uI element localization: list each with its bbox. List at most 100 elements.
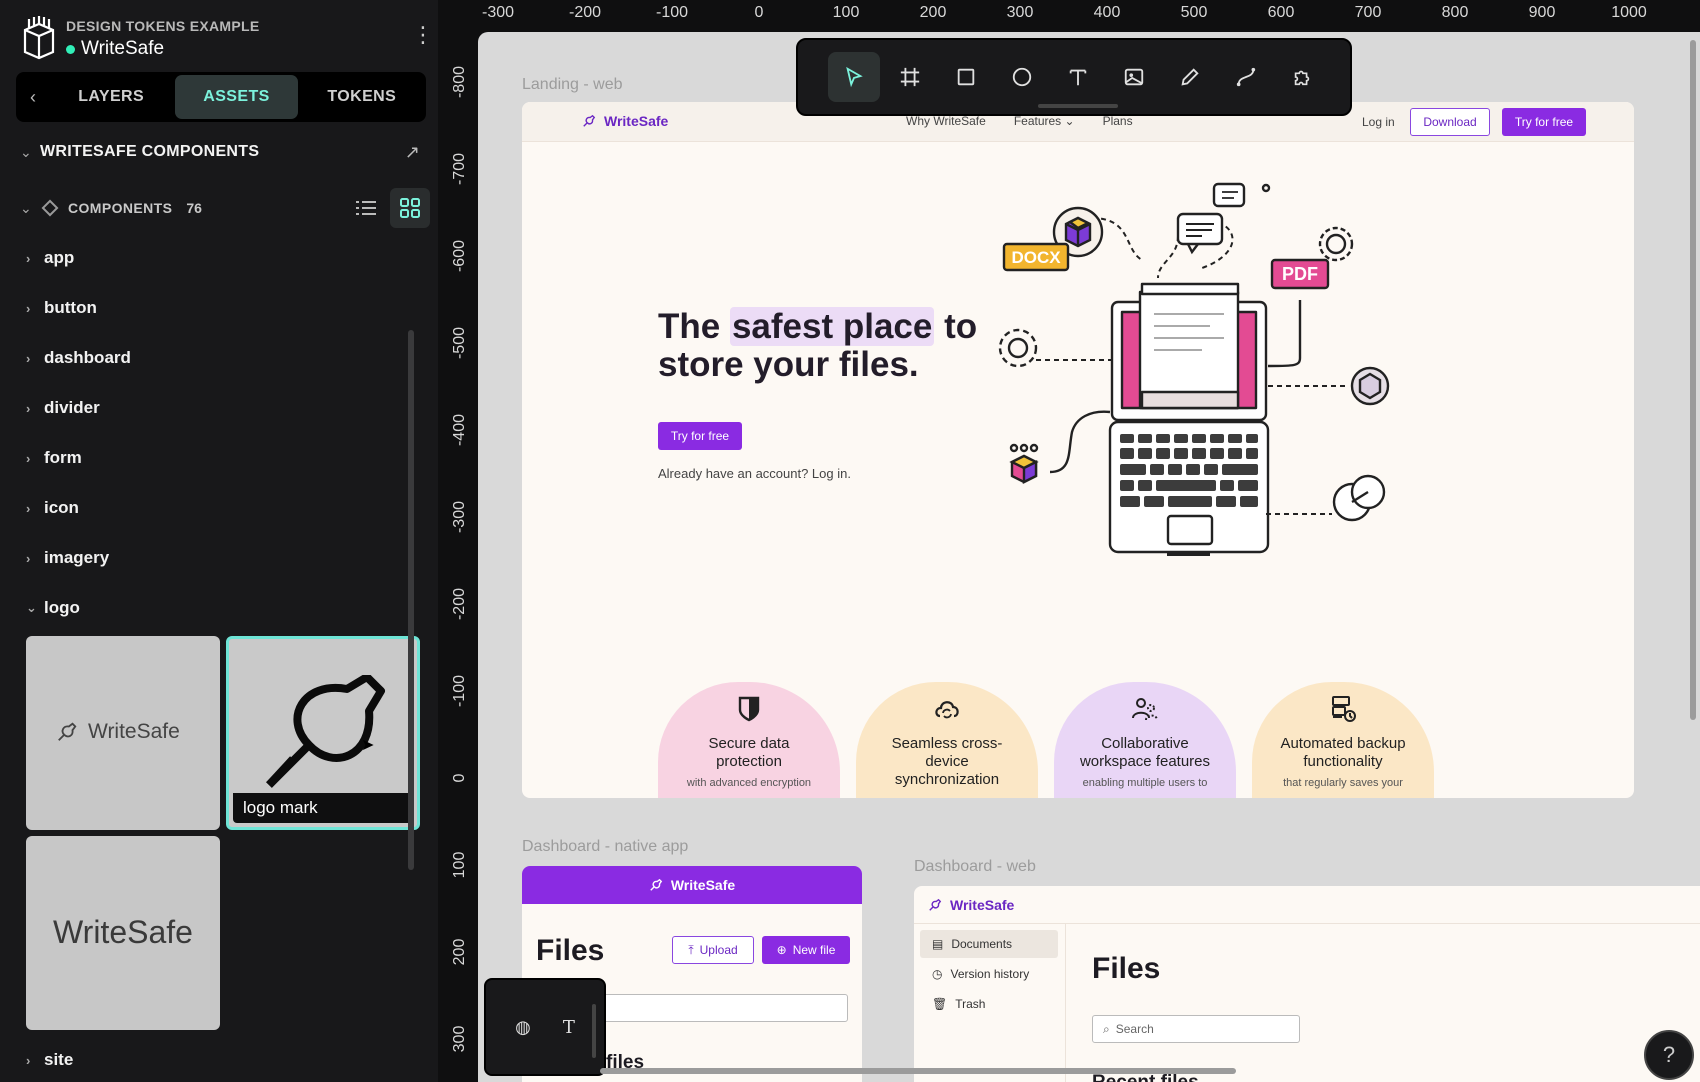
chevron-right-icon: › <box>26 350 31 366</box>
plus-circle-icon: ⊕ <box>776 943 787 957</box>
components-header[interactable]: ⌄ COMPONENTS 76 <box>20 188 430 228</box>
group-label: site <box>44 1050 74 1069</box>
grid-icon <box>400 198 420 218</box>
group-label: logo <box>44 598 80 617</box>
pencil-tool[interactable] <box>1164 52 1216 102</box>
frame-tool[interactable] <box>884 52 936 102</box>
group-site[interactable]: › site <box>26 1045 73 1075</box>
web-nav-documents[interactable]: ▤ Documents <box>920 930 1058 958</box>
plugins-tool[interactable] <box>1276 52 1328 102</box>
ruler-tick: 100 <box>832 4 860 21</box>
nav-link-features[interactable]: Features ⌄ <box>1014 114 1075 128</box>
server-backup-icon <box>1332 696 1356 722</box>
tool-palette <box>796 38 1352 116</box>
project-name-label: WriteSafe <box>81 38 165 59</box>
project-name[interactable]: WriteSafe <box>66 38 164 60</box>
back-chevron-icon[interactable]: ‹ <box>16 87 50 108</box>
group-form[interactable]: › form <box>26 443 82 473</box>
brand-label: WriteSafe <box>604 113 669 129</box>
nav-label: Version history <box>950 967 1030 981</box>
text-style-icon[interactable]: T <box>563 1017 575 1038</box>
open-library-icon[interactable]: ↗ <box>405 142 420 163</box>
ellipse-icon <box>1012 67 1032 87</box>
assets-sidebar: DESIGN TOKENS EXAMPLE WriteSafe ⋮ ‹ LAYE… <box>0 0 438 1082</box>
nav-link[interactable]: Plans <box>1103 114 1133 128</box>
sidebar-scrollbar[interactable] <box>408 330 414 870</box>
grid-view-button[interactable] <box>390 188 430 228</box>
path-tool[interactable] <box>1220 52 1272 102</box>
toolbar-drag-handle[interactable] <box>1038 104 1118 108</box>
group-imagery[interactable]: › imagery <box>26 543 109 573</box>
dashboard-web-frame[interactable]: WriteSafe ▤ Documents ◷ Version history 🗑 T… <box>914 886 1700 1082</box>
components-label: COMPONENTS <box>68 200 173 216</box>
hero-title: The safest place to store your files. <box>658 307 1018 384</box>
search-icon: ⌕ <box>1103 1021 1110 1036</box>
ruler-tick: 0 <box>754 4 764 21</box>
text-icon <box>1069 69 1087 86</box>
group-label: divider <box>44 398 100 417</box>
frame-label-dash-web[interactable]: Dashboard - web <box>914 858 1036 876</box>
document-icon: ▤ <box>932 937 944 951</box>
tab-assets[interactable]: ASSETS <box>175 75 298 119</box>
hero-try-button[interactable]: Try for free <box>658 422 742 450</box>
status-dot-icon <box>66 44 75 54</box>
pen-nib-icon <box>58 722 77 741</box>
ruler-tick: -300 <box>481 4 515 21</box>
view-toggle <box>346 188 430 228</box>
group-divider[interactable]: › divider <box>26 393 100 423</box>
frame-label-dash-native[interactable]: Dashboard - native app <box>522 838 688 856</box>
drop-icon[interactable]: ◍ <box>515 1017 531 1038</box>
download-button[interactable]: Download <box>1410 108 1490 136</box>
frame-label-landing[interactable]: Landing - web <box>522 76 623 94</box>
canvas-horizontal-scrollbar[interactable] <box>600 1068 1236 1074</box>
ellipse-tool[interactable] <box>996 52 1048 102</box>
nav-link[interactable]: Why WriteSafe <box>906 114 986 128</box>
canvas-vertical-scrollbar[interactable] <box>1690 40 1696 720</box>
ruler-tick: 0 <box>451 773 468 783</box>
web-nav-version-history[interactable]: ◷ Version history <box>920 960 1058 988</box>
group-icon[interactable]: › icon <box>26 493 79 523</box>
ruler-tick: -700 <box>451 152 468 186</box>
web-sidebar: ▤ Documents ◷ Version history 🗑 Trash <box>914 924 1066 1082</box>
feature-subtitle: enabling multiple users to <box>1082 777 1208 789</box>
project-menu-icon[interactable]: ⋮ <box>412 24 434 46</box>
landing-nav-links: Why WriteSafe Features ⌄ Plans <box>906 114 1133 128</box>
help-icon[interactable]: ? <box>1644 1030 1694 1080</box>
ruler-tick: -500 <box>451 326 468 360</box>
ruler-tick: -200 <box>451 587 468 621</box>
landing-frame[interactable]: WriteSafe Why WriteSafe Features ⌄ Plans… <box>522 102 1634 798</box>
rectangle-tool[interactable] <box>940 52 992 102</box>
login-link[interactable]: Log in <box>1362 115 1395 129</box>
chevron-down-icon: ⌄ <box>26 600 37 615</box>
tab-layers[interactable]: LAYERS <box>50 75 172 119</box>
try-free-nav-button[interactable]: Try for free <box>1502 108 1586 136</box>
group-app[interactable]: › app <box>26 243 74 273</box>
ruler-tick: 500 <box>1180 4 1208 21</box>
library-header[interactable]: ⌄ WRITESAFE COMPONENTS ↗ <box>20 140 420 164</box>
logo-mark-thumb[interactable]: ➤ logo mark <box>226 636 420 830</box>
palette-scrollbar[interactable] <box>592 1004 596 1058</box>
group-button[interactable]: › button <box>26 293 97 323</box>
new-file-button[interactable]: ⊕ New file <box>762 936 850 964</box>
web-nav-trash[interactable]: 🗑 Trash <box>920 990 1058 1018</box>
components-count: 76 <box>186 200 202 216</box>
group-label: button <box>44 298 97 317</box>
search-placeholder: Search <box>1115 1022 1154 1036</box>
group-logo[interactable]: ⌄ logo <box>26 593 80 623</box>
image-tool[interactable] <box>1108 52 1160 102</box>
web-search-input[interactable]: ⌕ Search <box>1092 1015 1300 1043</box>
logo-wordmark-small-thumb[interactable]: WriteSafe <box>26 636 220 830</box>
group-dashboard[interactable]: › dashboard <box>26 343 131 373</box>
brand-label: WriteSafe <box>950 896 1015 913</box>
pointer-tool[interactable] <box>828 52 880 102</box>
tab-tokens[interactable]: TOKENS <box>301 75 423 119</box>
nav-label: Trash <box>955 997 986 1011</box>
list-view-button[interactable] <box>346 188 386 228</box>
frame-icon <box>900 67 920 87</box>
upload-button[interactable]: ⤒ Upload <box>672 936 754 964</box>
text-tool[interactable] <box>1052 52 1104 102</box>
chevron-right-icon: › <box>26 550 31 566</box>
logo-wordmark-large-thumb[interactable]: WriteSafe <box>26 836 220 1030</box>
sidebar-tabs: ‹ LAYERS ASSETS TOKENS <box>16 72 426 122</box>
web-header: WriteSafe <box>914 886 1700 924</box>
